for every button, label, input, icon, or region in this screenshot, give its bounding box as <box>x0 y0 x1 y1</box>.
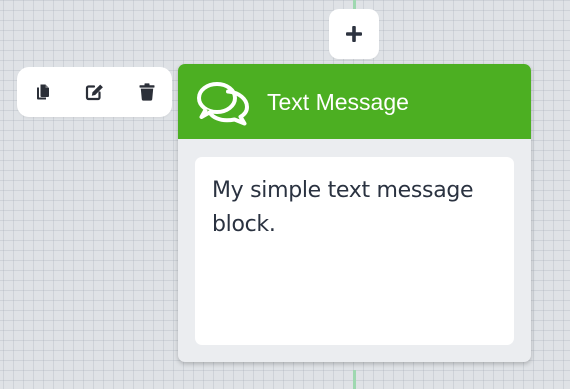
add-block-button[interactable] <box>329 9 379 59</box>
trash-icon <box>139 83 155 101</box>
edit-button[interactable] <box>77 67 113 117</box>
text-message-block[interactable]: Text Message My simple text message bloc… <box>178 64 531 362</box>
duplicate-button[interactable] <box>25 67 61 117</box>
delete-button[interactable] <box>129 67 165 117</box>
card-title: Text Message <box>267 89 409 115</box>
card-body[interactable]: My simple text message block. <box>195 157 514 345</box>
chat-bubbles-icon <box>197 82 249 126</box>
block-action-toolbar <box>17 67 172 117</box>
flow-canvas[interactable]: { "canvas": { "background_color": "#dfe2… <box>0 0 570 389</box>
card-header[interactable]: Text Message <box>178 64 531 139</box>
connector-line-bottom <box>353 370 356 389</box>
edit-icon <box>85 84 103 101</box>
plus-icon <box>346 26 362 42</box>
message-text: My simple text message block. <box>212 178 474 237</box>
copy-icon <box>37 84 49 100</box>
